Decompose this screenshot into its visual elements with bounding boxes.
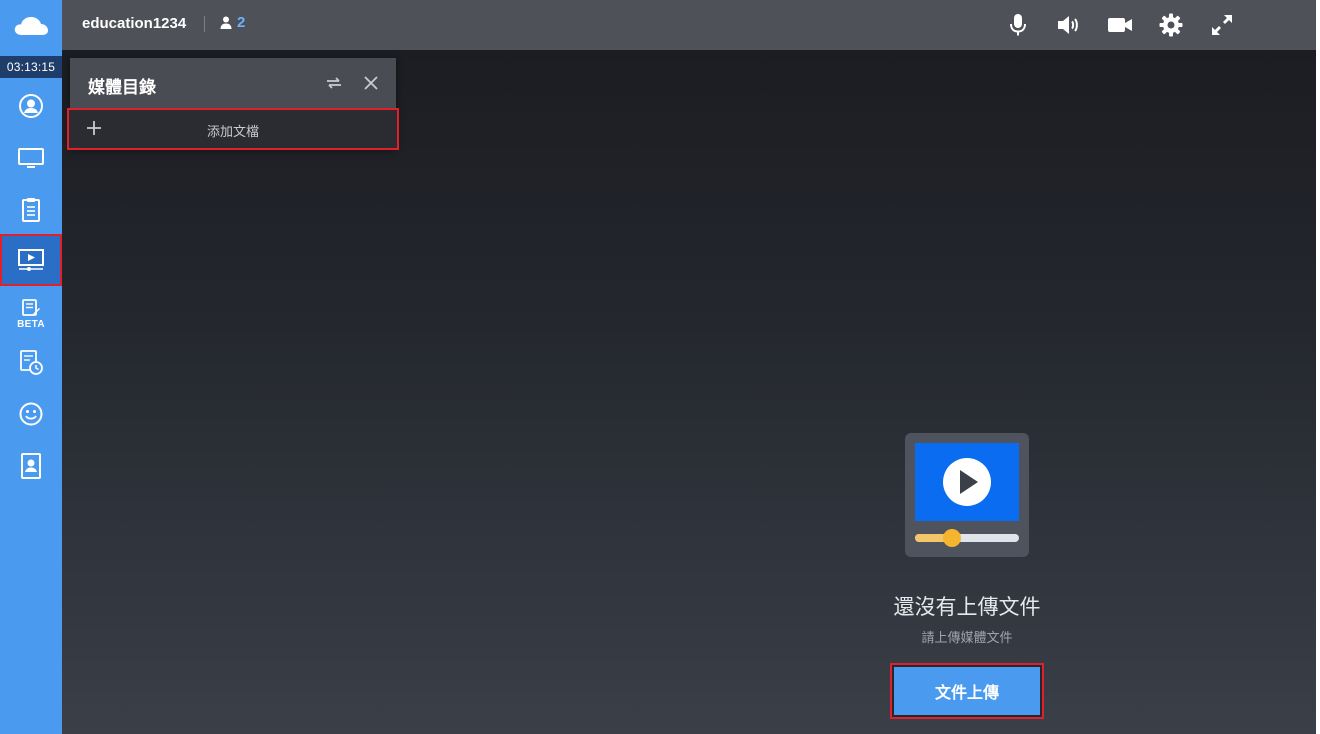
empty-state-subtitle: 請上傳媒體文件 <box>921 630 1013 645</box>
room-name: education1234 <box>82 15 187 32</box>
speaker-icon <box>1058 16 1078 34</box>
camera-icon <box>1108 18 1132 32</box>
microphone-icon <box>1010 14 1026 36</box>
fullscreen-button[interactable] <box>1209 12 1235 38</box>
fullscreen-icon <box>1212 15 1232 35</box>
contact-card-icon <box>21 453 41 479</box>
media-panel-header: 媒體目錄 <box>70 58 396 108</box>
schedule-doc-icon <box>20 350 43 375</box>
divider <box>204 16 205 32</box>
session-timer: 03:13:15 <box>0 56 62 78</box>
sidebar-item-whiteboard[interactable] <box>0 184 62 236</box>
sidebar-item-contacts[interactable] <box>0 440 62 492</box>
sidebar: 03:13:15 BETA <box>0 0 62 734</box>
edit-note-icon <box>22 298 40 316</box>
add-document-label: 添加文檔 <box>207 124 260 139</box>
sidebar-item-media[interactable] <box>0 234 62 286</box>
refresh-button[interactable] <box>324 73 344 93</box>
speaker-button[interactable] <box>1055 12 1081 38</box>
media-player-icon <box>18 249 44 271</box>
empty-state-title: 還沒有上傳文件 <box>893 596 1041 619</box>
sidebar-item-emoji[interactable] <box>0 388 62 440</box>
add-document-row[interactable]: 添加文檔 <box>67 108 399 150</box>
media-catalog-panel: 媒體目錄 添加文檔 <box>67 58 399 150</box>
top-bar: education1234 2 <box>62 0 1316 50</box>
plus-icon <box>87 121 101 135</box>
camera-button[interactable] <box>1107 12 1133 38</box>
participant-count-value: 2 <box>237 14 246 31</box>
clipboard-icon <box>22 198 40 222</box>
settings-gear-icon <box>1159 13 1183 37</box>
close-icon <box>364 76 378 90</box>
media-panel-title: 媒體目錄 <box>88 78 156 97</box>
main-stage: 媒體目錄 添加文檔 還沒有上傳文件 請上傳媒體文件 文件上傳 <box>62 50 1316 734</box>
beta-badge: BETA <box>17 318 45 330</box>
sidebar-item-notes-beta[interactable]: BETA <box>0 288 62 340</box>
monitor-icon <box>18 148 44 168</box>
user-circle-icon <box>19 94 43 118</box>
app-window: 03:13:15 BETA education1234 2 媒體目錄 添加文檔 … <box>0 0 1316 734</box>
sidebar-item-profile[interactable] <box>0 80 62 132</box>
settings-button[interactable] <box>1158 12 1184 38</box>
user-icon <box>220 16 232 29</box>
upload-file-button[interactable]: 文件上傳 <box>890 663 1044 719</box>
close-panel-button[interactable] <box>361 73 381 93</box>
sidebar-item-schedule[interactable] <box>0 336 62 388</box>
smiley-icon <box>19 402 43 426</box>
participant-count[interactable]: 2 <box>220 14 245 31</box>
swap-arrows-icon <box>327 77 341 89</box>
sidebar-item-screen-share[interactable] <box>0 132 62 184</box>
cloud-logo-icon <box>0 0 62 52</box>
media-player-illustration-icon <box>905 433 1029 557</box>
upload-file-label: 文件上傳 <box>894 667 1040 715</box>
microphone-button[interactable] <box>1005 12 1031 38</box>
